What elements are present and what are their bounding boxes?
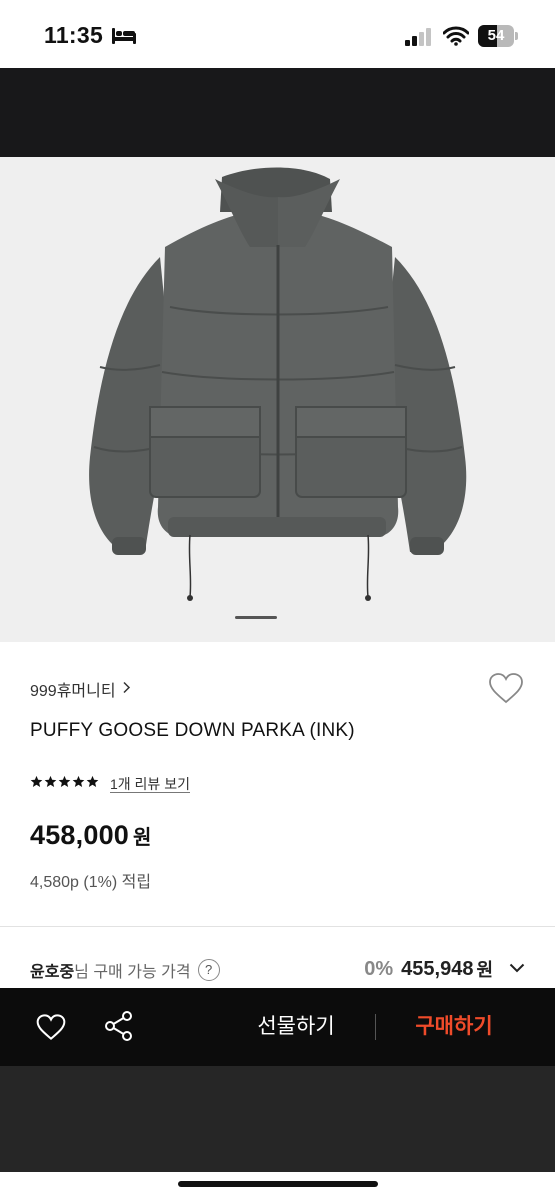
member-price-row[interactable]: 윤호중 님 구매 가능 가격 ? 0% 455,948 원 [30,956,525,982]
signal-icon [405,28,433,51]
brand-link[interactable]: 999휴머니티 [30,677,131,701]
product-image [89,167,467,601]
member-name: 윤호중 [30,964,75,981]
top-banner [0,68,555,157]
status-bar: 11:35 54 [0,0,555,68]
rating-row: 1개 리뷰 보기 [30,774,190,794]
share-icon[interactable] [104,1010,134,1047]
buy-button[interactable]: 구매하기 [395,1008,513,1046]
member-price-label: 님 구매 가능 가격 [74,964,191,981]
bottom-action-bar: 선물하기 구매하기 [0,988,555,1066]
battery-indicator: 54 [478,25,518,47]
member-price-unit: 원 [476,960,493,980]
status-time: 11:35 [44,22,104,48]
star-icon [58,775,71,793]
price-unit: 원 [133,827,152,849]
member-price-value: 455,948 [401,957,474,980]
battery-level-text: 54 [487,27,505,44]
image-page-indicator [235,616,277,619]
star-icon [44,775,57,793]
product-image-carousel[interactable] [0,157,555,642]
gift-button[interactable]: 선물하기 [236,1008,356,1046]
brand-name: 999휴머니티 [30,683,116,700]
chevron-down-icon[interactable] [509,960,525,978]
wishlist-heart-icon[interactable] [36,1013,66,1046]
chevron-right-icon [122,681,131,699]
heart-icon[interactable] [488,672,524,709]
price-value: 458,000 [30,820,129,850]
reward-points: 4,580p (1%) 적립 [30,874,152,891]
star-icon [72,775,85,793]
wifi-icon [442,26,470,51]
star-icon [86,775,99,793]
bed-icon [112,28,136,49]
discount-rate: 0% [364,957,394,980]
review-link[interactable]: 1개 리뷰 보기 [110,776,190,793]
divider [0,926,555,927]
question-icon[interactable]: ? [197,959,220,981]
home-indicator[interactable] [178,1181,378,1187]
bottom-bar-divider [375,1014,376,1040]
price: 458,000 원 [30,820,151,851]
rating-stars [30,775,99,793]
product-name: PUFFY GOOSE DOWN PARKA (INK) [30,720,355,741]
star-icon [30,775,43,793]
bottom-band [0,1066,555,1172]
